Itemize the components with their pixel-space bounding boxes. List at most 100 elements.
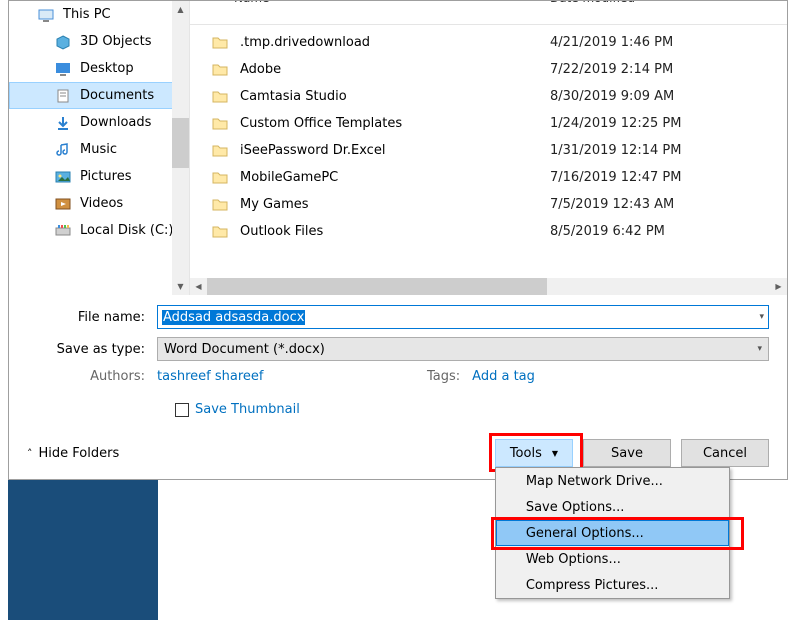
nav-item-label: Downloads	[80, 115, 151, 130]
cancel-button[interactable]: Cancel	[681, 439, 769, 467]
save-type-select[interactable]: Word Document (*.docx) ▾	[157, 337, 769, 361]
column-headers[interactable]: Name Date modified	[190, 1, 787, 25]
folder-icon	[210, 195, 230, 215]
file-date: 7/22/2019 2:14 PM	[550, 62, 673, 77]
nav-item-this-pc[interactable]: This PC	[9, 1, 189, 28]
bottom-panel: File name: Addsad adsasda.docx ▾ Save as…	[9, 295, 787, 479]
save-type-label: Save as type:	[27, 342, 157, 357]
scroll-right-icon[interactable]: ▶	[770, 278, 787, 295]
save-type-value: Word Document (*.docx)	[164, 342, 325, 357]
scroll-down-icon[interactable]: ▼	[172, 278, 189, 295]
nav-item-label: Music	[80, 142, 117, 157]
menu-item-general-options[interactable]: General Options...	[496, 520, 729, 546]
dropdown-icon[interactable]: ▾	[757, 344, 762, 354]
file-name-input[interactable]: Addsad adsasda.docx ▾	[157, 305, 769, 329]
file-horizontal-scrollbar[interactable]: ◀ ▶	[190, 278, 787, 295]
folder-icon	[210, 168, 230, 188]
videos-icon	[54, 195, 72, 213]
save-thumbnail-label[interactable]: Save Thumbnail	[195, 402, 300, 417]
desktop-icon	[54, 60, 72, 78]
file-date: 1/24/2019 12:25 PM	[550, 116, 681, 131]
nav-item-downloads[interactable]: Downloads	[9, 109, 189, 136]
file-row[interactable]: MobileGamePC7/16/2019 12:47 PM	[190, 164, 787, 191]
save-thumbnail-checkbox[interactable]	[175, 403, 189, 417]
authors-label: Authors:	[27, 369, 157, 384]
file-row[interactable]: Adobe7/22/2019 2:14 PM	[190, 56, 787, 83]
background-app-strip	[8, 480, 158, 620]
file-date: 7/16/2019 12:47 PM	[550, 170, 681, 185]
nav-item-label: Desktop	[80, 61, 134, 76]
file-name: Custom Office Templates	[240, 116, 550, 131]
file-date: 8/5/2019 6:42 PM	[550, 224, 665, 239]
nav-item-pictures[interactable]: Pictures	[9, 163, 189, 190]
menu-item-save-options[interactable]: Save Options...	[496, 494, 729, 520]
scroll-thumb[interactable]	[207, 278, 547, 295]
menu-label: Map Network Drive...	[526, 474, 663, 489]
nav-item-documents[interactable]: Documents	[9, 82, 189, 109]
nav-item-videos[interactable]: Videos	[9, 190, 189, 217]
menu-label: General Options...	[526, 526, 644, 541]
disk-icon	[54, 222, 72, 240]
nav-vertical-scrollbar[interactable]: ▲ ▼	[172, 1, 189, 295]
file-row[interactable]: Camtasia Studio8/30/2019 9:09 AM	[190, 83, 787, 110]
file-date: 4/21/2019 1:46 PM	[550, 35, 673, 50]
file-name: Outlook Files	[240, 224, 550, 239]
file-name: Adobe	[240, 62, 550, 77]
file-name: Camtasia Studio	[240, 89, 550, 104]
file-row[interactable]: Custom Office Templates1/24/2019 12:25 P…	[190, 110, 787, 137]
folder-icon	[210, 60, 230, 80]
folder-icon	[210, 87, 230, 107]
tools-dropdown-menu: Map Network Drive... Save Options... Gen…	[495, 467, 730, 599]
file-date: 7/5/2019 12:43 AM	[550, 197, 674, 212]
cube-icon	[54, 33, 72, 51]
hide-folders-label: Hide Folders	[39, 446, 120, 461]
scroll-thumb[interactable]	[172, 118, 189, 168]
music-icon	[54, 141, 72, 159]
nav-item-label: Pictures	[80, 169, 131, 184]
pictures-icon	[54, 168, 72, 186]
hide-folders-toggle[interactable]: ˄ Hide Folders	[27, 446, 495, 461]
documents-icon	[54, 87, 72, 105]
folder-icon	[210, 33, 230, 53]
file-name: iSeePassword Dr.Excel	[240, 143, 550, 158]
menu-label: Compress Pictures...	[526, 578, 659, 593]
folder-icon	[210, 222, 230, 242]
column-name[interactable]: Name	[190, 1, 530, 14]
menu-item-compress-pictures[interactable]: Compress Pictures...	[496, 572, 729, 598]
file-name: .tmp.drivedownload	[240, 35, 550, 50]
nav-item-label: 3D Objects	[80, 34, 152, 49]
nav-item-music[interactable]: Music	[9, 136, 189, 163]
file-name-value: Addsad adsasda.docx	[162, 310, 305, 325]
nav-item-label: Videos	[80, 196, 123, 211]
file-date: 8/30/2019 9:09 AM	[550, 89, 674, 104]
tools-label: Tools	[510, 446, 542, 461]
file-row[interactable]: .tmp.drivedownload4/21/2019 1:46 PM	[190, 29, 787, 56]
nav-item-local-disk[interactable]: Local Disk (C:)	[9, 217, 189, 244]
nav-item-desktop[interactable]: Desktop	[9, 55, 189, 82]
pc-icon	[37, 6, 55, 24]
menu-item-web-options[interactable]: Web Options...	[496, 546, 729, 572]
main-area: This PC 3D Objects Desktop Documents Dow…	[9, 1, 787, 295]
tools-button[interactable]: Tools ▼	[495, 439, 573, 467]
file-row[interactable]: Outlook Files8/5/2019 6:42 PM	[190, 218, 787, 245]
column-date[interactable]: Date modified	[530, 1, 787, 14]
menu-label: Web Options...	[526, 552, 621, 567]
scroll-up-icon[interactable]: ▲	[172, 1, 189, 18]
file-row[interactable]: iSeePassword Dr.Excel1/31/2019 12:14 PM	[190, 137, 787, 164]
nav-item-3d-objects[interactable]: 3D Objects	[9, 28, 189, 55]
tags-label: Tags:	[427, 369, 472, 384]
save-as-dialog: This PC 3D Objects Desktop Documents Dow…	[8, 0, 788, 480]
scroll-left-icon[interactable]: ◀	[190, 278, 207, 295]
nav-item-label: This PC	[63, 7, 111, 22]
authors-value[interactable]: tashreef shareef	[157, 369, 427, 384]
navigation-pane[interactable]: This PC 3D Objects Desktop Documents Dow…	[9, 1, 189, 295]
file-name: MobileGamePC	[240, 170, 550, 185]
file-row[interactable]: My Games7/5/2019 12:43 AM	[190, 191, 787, 218]
folder-icon	[210, 141, 230, 161]
chevron-up-icon: ˄	[27, 447, 33, 460]
tags-value[interactable]: Add a tag	[472, 369, 535, 384]
nav-item-label: Documents	[80, 88, 154, 103]
menu-item-map-network-drive[interactable]: Map Network Drive...	[496, 468, 729, 494]
save-button[interactable]: Save	[583, 439, 671, 467]
dropdown-icon[interactable]: ▾	[759, 312, 764, 322]
